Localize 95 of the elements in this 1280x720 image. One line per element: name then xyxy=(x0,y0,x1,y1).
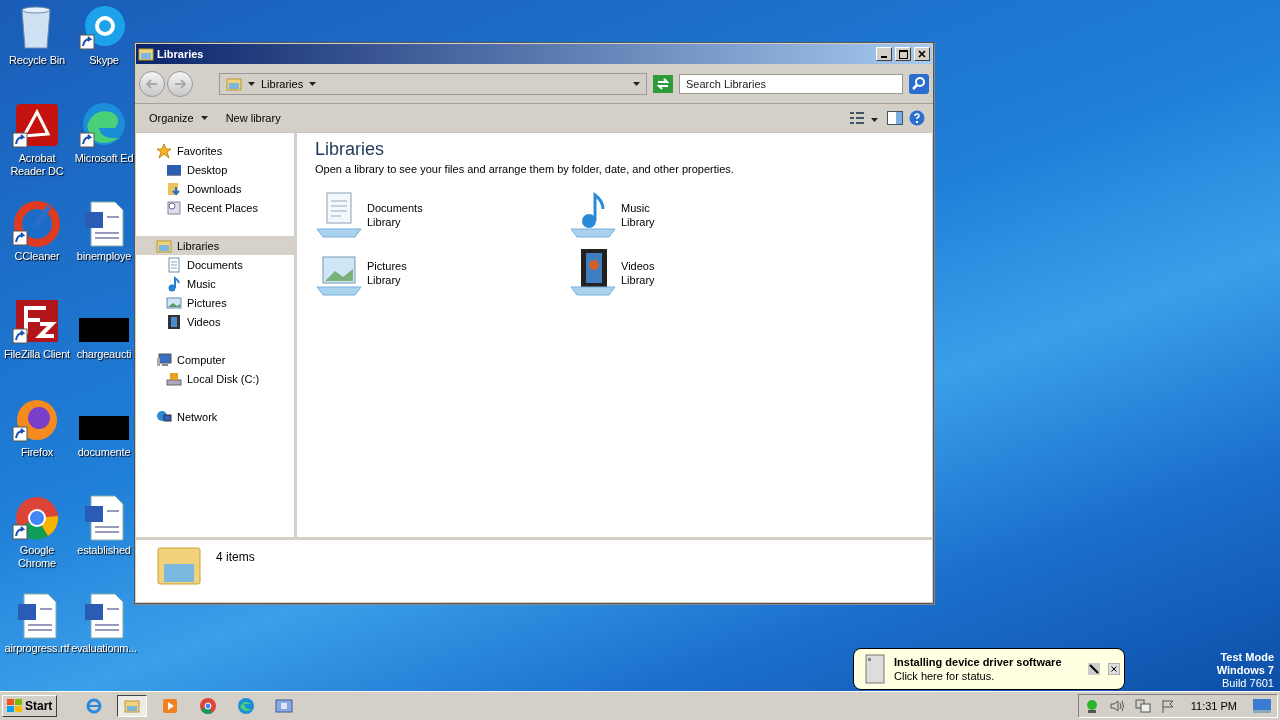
nav-item[interactable]: Documents xyxy=(136,255,294,274)
nav-item[interactable]: Favorites xyxy=(136,141,294,160)
desktop-icon-label: established xyxy=(77,544,131,557)
desktop-icon-label: Acrobat Reader DC xyxy=(9,152,65,178)
network-icon[interactable] xyxy=(1134,699,1151,713)
search-field[interactable]: Search Libraries xyxy=(679,74,903,94)
forward-arrow-icon xyxy=(174,79,186,89)
desktop-icon-label: FileZilla Client xyxy=(4,348,70,361)
nav-item[interactable]: Computer xyxy=(136,350,294,369)
refresh-icon[interactable] xyxy=(653,75,673,93)
desktop-icon-label: documente xyxy=(77,446,131,459)
library-item[interactable]: Pictures Library xyxy=(367,259,407,287)
caret-icon xyxy=(248,82,255,86)
documents-icon xyxy=(166,256,182,273)
maximize-button[interactable] xyxy=(895,47,911,61)
media-icon xyxy=(161,697,180,715)
desktop-icon-label: Firefox xyxy=(20,446,54,459)
device-icon[interactable] xyxy=(1084,698,1099,714)
recent-icon xyxy=(166,199,182,216)
os-build-text: Test Mode xyxy=(1220,651,1274,664)
nav-item[interactable]: Local Disk (C:) xyxy=(136,369,294,388)
library-icon xyxy=(138,46,154,62)
nav-item[interactable]: Network xyxy=(136,407,294,426)
desktop-icon-label: CCleaner xyxy=(14,250,60,263)
help-icon[interactable] xyxy=(909,110,925,126)
library-icon xyxy=(156,237,172,254)
documents-library-icon xyxy=(315,191,363,239)
pictures-icon xyxy=(166,294,182,311)
page-heading: Libraries xyxy=(315,139,386,160)
downloads-icon xyxy=(166,180,182,197)
computer-icon xyxy=(156,351,172,368)
nav-item[interactable]: Recent Places xyxy=(136,198,294,217)
disk-icon xyxy=(166,370,182,387)
back-arrow-icon xyxy=(146,79,158,89)
star-icon xyxy=(156,142,172,159)
videos-library-icon xyxy=(569,249,617,297)
clock[interactable]: 11:31 PM xyxy=(1190,700,1237,712)
item-count: 4 items xyxy=(216,550,255,564)
caret-icon xyxy=(871,118,878,122)
taskbar-button[interactable] xyxy=(117,695,148,717)
address-bar[interactable]: Libraries xyxy=(219,73,647,95)
minimize-button[interactable] xyxy=(876,47,892,61)
flag-icon[interactable] xyxy=(1160,699,1175,713)
start-button[interactable]: Start xyxy=(2,695,58,717)
search-icon[interactable] xyxy=(909,74,929,94)
description-text: Open a library to see your files and arrange them by folder, date, and other properties. xyxy=(315,163,735,175)
chrome-icon xyxy=(199,697,218,715)
breadcrumb[interactable]: Libraries xyxy=(261,78,304,90)
toolbar-button[interactable]: New library xyxy=(219,110,287,126)
os-build-text: Build 7601 xyxy=(1222,677,1274,690)
ie-icon xyxy=(85,697,104,715)
desktop-icon-label: binemploye xyxy=(76,250,132,263)
drive-icon xyxy=(864,654,886,684)
notification-message: Click here for status. xyxy=(894,670,996,682)
nav-item[interactable]: Pictures xyxy=(136,293,294,312)
videos-icon xyxy=(166,313,182,330)
nav-item[interactable]: Downloads xyxy=(136,179,294,198)
caret-icon xyxy=(309,82,317,86)
view-options-icon[interactable] xyxy=(849,111,865,125)
app-icon[interactable] xyxy=(12,200,62,248)
library-item[interactable]: Music Library xyxy=(621,201,655,229)
library-item[interactable]: Videos Library xyxy=(621,259,655,287)
maximize-icon xyxy=(898,49,908,59)
desktop-icon-label: evaluationm... xyxy=(71,642,137,655)
close-icon xyxy=(918,50,926,58)
music-icon xyxy=(166,275,182,292)
preview-pane-icon[interactable] xyxy=(887,111,903,125)
library-item[interactable]: Documents Library xyxy=(367,201,423,229)
nav-item[interactable]: Videos xyxy=(136,312,294,331)
close-icon[interactable] xyxy=(1108,663,1120,675)
window-title: Libraries xyxy=(157,48,205,60)
nav-item[interactable]: Libraries xyxy=(136,236,294,255)
desktop-icon-label: Recycle Bin xyxy=(9,54,65,67)
desktop-icon-label: Microsoft Ed xyxy=(74,152,134,165)
desktop-icon-label: Google Chrome xyxy=(17,544,57,570)
desktop-icon-label: Skype xyxy=(89,54,119,67)
edge-icon xyxy=(237,697,256,715)
toolbar-button[interactable]: Organize xyxy=(143,110,214,126)
nav-item[interactable]: Music xyxy=(136,274,294,293)
speaker-icon[interactable] xyxy=(1108,699,1125,713)
caret-icon xyxy=(200,116,208,120)
caret-icon xyxy=(633,82,640,86)
nav-item[interactable]: Desktop xyxy=(136,160,294,179)
library-icon xyxy=(226,76,242,92)
desktop-icon-label: airprogress.rtf xyxy=(4,642,70,655)
os-build-text: Windows 7 xyxy=(1216,664,1274,677)
network-icon xyxy=(156,408,172,425)
music-library-icon xyxy=(569,191,617,239)
notification-title: Installing device driver software xyxy=(894,656,1063,668)
folder-icon xyxy=(156,544,202,588)
close-button[interactable] xyxy=(914,47,930,61)
folder-icon xyxy=(123,697,142,715)
windows-logo-icon xyxy=(7,699,23,713)
notification-balloon[interactable]: Installing device driver software Click here for status. xyxy=(853,648,1125,690)
desktop-icon-label: chargeaucti xyxy=(76,348,132,361)
